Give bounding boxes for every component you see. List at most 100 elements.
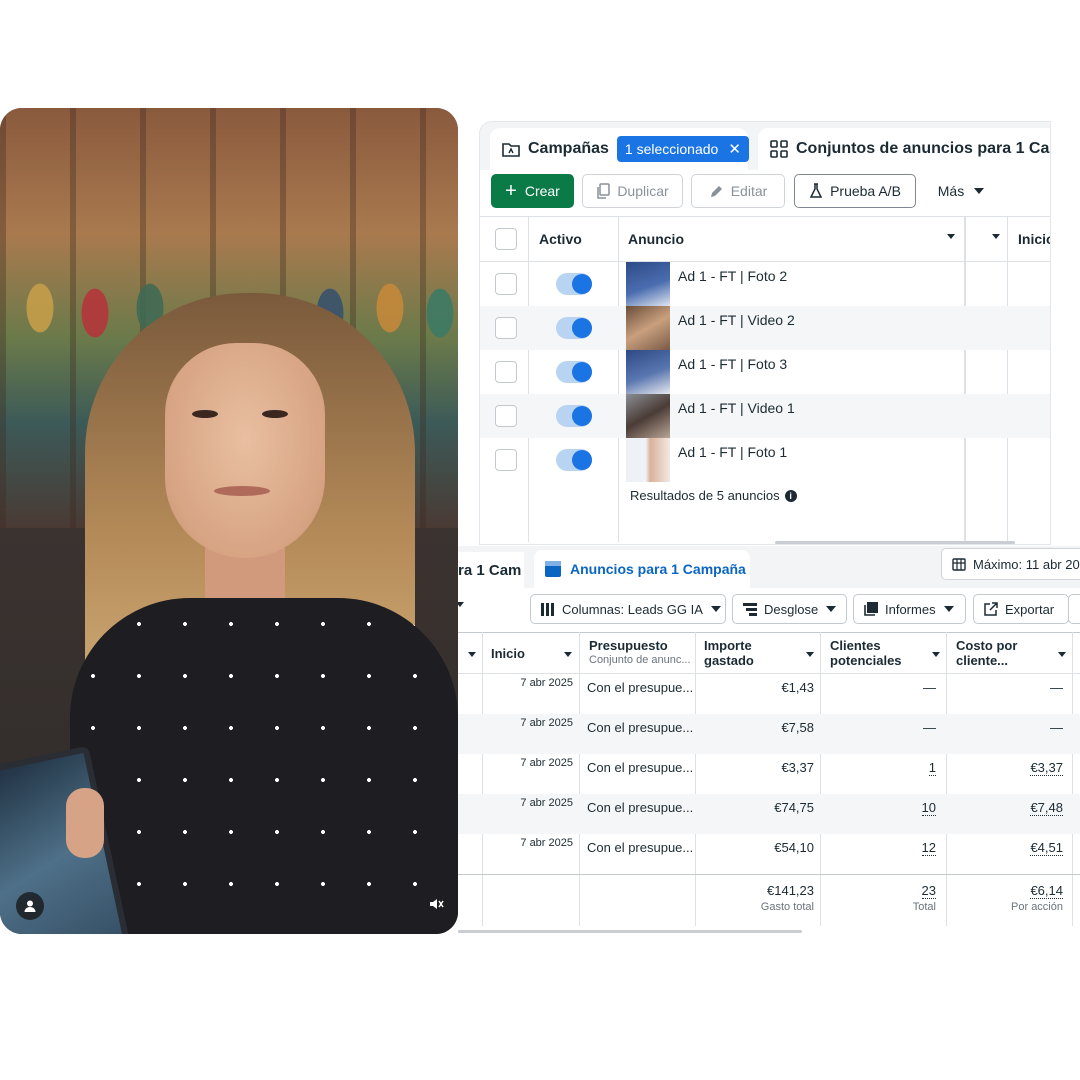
cost-per-lead[interactable]: €7,48 (950, 800, 1063, 816)
ad-name[interactable]: Ad 1 - FT | Video 2 (678, 312, 795, 328)
ad-name[interactable]: Ad 1 - FT | Video 1 (678, 400, 795, 416)
ad-thumbnail[interactable] (626, 262, 670, 306)
cost-value[interactable]: €3,37 (1030, 760, 1063, 776)
total-cost-value[interactable]: €6,14 (1030, 883, 1063, 899)
ad-name[interactable]: Ad 1 - FT | Foto 1 (678, 444, 787, 460)
caret-down-icon (826, 606, 837, 612)
tab-campaigns-label: Campañas (528, 140, 609, 157)
leads-count: — (923, 720, 936, 735)
reports-button[interactable]: Informes (853, 594, 966, 624)
tab-adsets[interactable]: ra 1 Cam (458, 552, 524, 588)
column-header-leads[interactable]: Clientes potenciales (830, 638, 902, 668)
amount-spent: €3,37 (781, 760, 814, 775)
presenter-sweater (70, 598, 458, 934)
table-row[interactable]: Ad 1 - FT | Video 2 (480, 306, 1050, 350)
row-checkbox[interactable] (495, 361, 517, 383)
leads-count[interactable]: 12 (824, 840, 936, 856)
more-options-button[interactable] (1068, 594, 1080, 624)
column-header-budget-label: Presupuesto (589, 638, 668, 653)
cost-per-lead[interactable]: €4,51 (950, 840, 1063, 856)
total-spent: €141,23 Gasto total (698, 883, 814, 915)
horizontal-scrollbar[interactable] (458, 930, 802, 933)
leads-value[interactable]: 1 (928, 760, 936, 776)
columns-button[interactable]: Columnas: Leads GG IA (530, 594, 726, 624)
ad-icon (544, 560, 562, 578)
person-icon[interactable] (16, 892, 44, 920)
table-row[interactable]: 7 abr 2025 Con el presupue... €54,10 12 … (458, 834, 1080, 874)
active-toggle[interactable] (556, 449, 592, 471)
table-row[interactable]: Ad 1 - FT | Video 1 (480, 394, 1050, 438)
row-checkbox[interactable] (495, 449, 517, 471)
speaker-muted-icon[interactable] (424, 892, 448, 916)
total-leads-value[interactable]: 23 (921, 883, 936, 899)
caret-down-icon[interactable] (806, 652, 814, 657)
table-header: Inicio Presupuesto Conjunto de anunc... … (458, 632, 1080, 674)
table-row[interactable]: Ad 1 - FT | Foto 3 (480, 350, 1050, 394)
active-toggle[interactable] (556, 361, 592, 383)
table-row[interactable]: Ad 1 - FT | Foto 2 (480, 262, 1050, 306)
ad-name[interactable]: Ad 1 - FT | Foto 2 (678, 268, 787, 284)
column-header-start[interactable]: Inicio (491, 646, 525, 661)
caret-down-icon[interactable] (468, 652, 476, 657)
create-button[interactable]: + Crear (491, 174, 574, 208)
leads-value[interactable]: 10 (921, 800, 936, 816)
row-checkbox[interactable] (495, 273, 517, 295)
budget-cell: Con el presupue... (587, 760, 694, 775)
column-header-ad[interactable]: Anuncio (628, 231, 684, 247)
caret-down-icon[interactable] (932, 652, 940, 657)
leads-count[interactable]: 10 (824, 800, 936, 816)
table-row[interactable]: 7 abr 2025 Con el presupue... €3,37 1 €3… (458, 754, 1080, 794)
select-all-checkbox[interactable] (495, 228, 517, 250)
info-icon[interactable]: i (784, 489, 797, 502)
table-row[interactable]: 7 abr 2025 Con el presupue... €1,43 — — (458, 674, 1080, 714)
caret-down-icon[interactable] (564, 652, 572, 657)
more-button[interactable]: Más (926, 174, 996, 208)
caret-down-icon[interactable] (1058, 652, 1066, 657)
caret-down-icon[interactable] (992, 234, 1000, 239)
flask-icon (809, 183, 823, 199)
column-header-amount-spent[interactable]: Importe gastado (704, 638, 754, 668)
breakdown-button[interactable]: Desglose (732, 594, 847, 624)
ad-thumbnail[interactable] (626, 350, 670, 394)
tab-campaigns[interactable]: Campañas 1 seleccionado ✕ (490, 128, 749, 170)
horizontal-scrollbar[interactable] (775, 541, 1015, 544)
duplicate-button[interactable]: Duplicar (582, 174, 683, 208)
cost-value[interactable]: €4,51 (1030, 840, 1063, 856)
row-checkbox[interactable] (495, 317, 517, 339)
video-player[interactable] (0, 108, 458, 934)
column-header-start[interactable]: Inicio (1018, 231, 1050, 247)
table-row[interactable]: 7 abr 2025 Con el presupue... €7,58 — — (458, 714, 1080, 754)
breakdown-label: Desglose (764, 601, 819, 617)
caret-down-icon[interactable] (458, 602, 464, 607)
active-toggle[interactable] (556, 405, 592, 427)
cost-value[interactable]: €7,48 (1030, 800, 1063, 816)
active-toggle[interactable] (556, 273, 592, 295)
ad-thumbnail[interactable] (626, 306, 670, 350)
ad-thumbnail[interactable] (626, 438, 670, 482)
column-header-leads-line1: Clientes (830, 638, 881, 653)
caret-down-icon[interactable] (947, 234, 955, 239)
leads-value[interactable]: 12 (921, 840, 936, 856)
leads-count[interactable]: 1 (824, 760, 936, 776)
column-header-budget[interactable]: Presupuesto Conjunto de anunc... (589, 638, 691, 668)
column-header-cost-per-lead[interactable]: Costo por cliente... (956, 638, 1017, 668)
ad-thumbnail[interactable] (626, 394, 670, 438)
start-date: 7 abr 2025 (520, 837, 573, 849)
table-row[interactable]: Ad 1 - FT | Foto 1 (480, 438, 1050, 482)
edit-button[interactable]: Editar (691, 174, 785, 208)
ab-test-button[interactable]: Prueba A/B (794, 174, 916, 208)
tab-ads[interactable]: Anuncios para 1 Campaña (534, 550, 750, 588)
selection-chip[interactable]: 1 seleccionado ✕ (616, 136, 749, 162)
cost-per-lead[interactable]: €3,37 (950, 760, 1063, 776)
active-toggle[interactable] (556, 317, 592, 339)
row-checkbox[interactable] (495, 405, 517, 427)
table-row[interactable]: 7 abr 2025 Con el presupue... €74,75 10 … (458, 794, 1080, 834)
ads-manager-top-panel: Campañas 1 seleccionado ✕ Conjuntos de a… (480, 122, 1050, 544)
column-header-spent-line2: gastado (704, 653, 754, 668)
export-button[interactable]: Exportar (973, 594, 1069, 624)
date-range-picker[interactable]: Máximo: 11 abr 202 (941, 548, 1080, 580)
level-tabbar: ra 1 Cam Anuncios para 1 Campaña Máximo:… (458, 546, 1080, 588)
ad-name[interactable]: Ad 1 - FT | Foto 3 (678, 356, 787, 372)
tab-adsets[interactable]: Conjuntos de anuncios para 1 Camp (758, 128, 1050, 170)
close-icon[interactable]: ✕ (728, 140, 741, 158)
